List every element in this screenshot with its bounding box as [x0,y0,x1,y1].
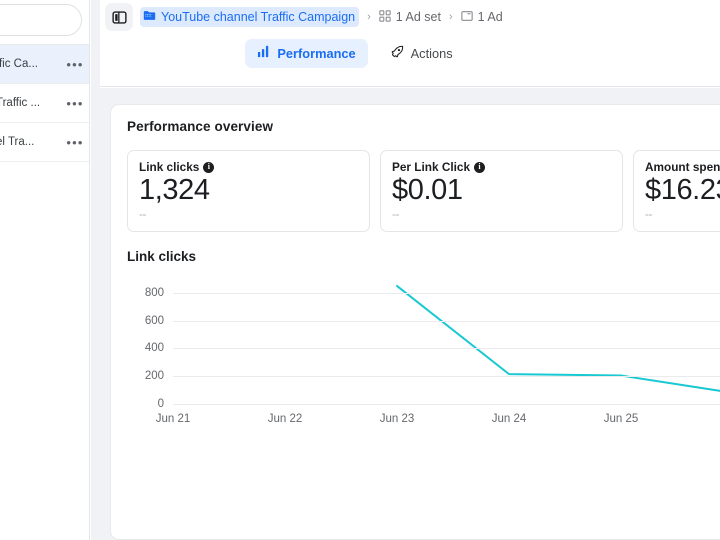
chart-x-tick: Jun 23 [380,413,415,425]
row-menu-icon[interactable]: ••• [64,136,90,149]
metric-label: Amount spent i [645,160,720,174]
chart-x-tick: Jun 22 [268,413,303,425]
chart-y-tick: 800 [145,287,173,299]
list-item-label: Traffic ... [0,97,64,109]
metric-value: $0.01 [392,175,611,206]
metric-value: $16.23 [645,175,720,206]
list-item[interactable]: ffic Ca... ••• [0,45,90,84]
breadcrumb: YouTube channel Traffic Campaign › [100,0,720,34]
metric-subtext: -- [645,207,720,221]
chevron-right-icon: › [366,11,372,23]
chevron-right-icon: › [448,11,454,23]
metric-label: Per Link Click i [392,160,611,174]
page-title: Performance overview [127,119,720,134]
campaign-list: ffic Ca... ••• Traffic ... ••• el Tra...… [0,45,90,162]
row-menu-icon[interactable]: ••• [64,97,90,110]
chart-title: Link clicks [127,249,720,264]
list-item[interactable]: Traffic ... ••• [0,84,90,123]
sidebar-search-wrapper [0,4,82,36]
metric-cards: Link clicks i 1,324 -- Per Link Click i … [127,150,720,232]
chart-gridline [173,293,720,294]
chart-gridline [173,376,720,377]
tab-performance-label: Performance [277,46,355,61]
tab-actions-label: Actions [411,46,453,61]
top-bar: YouTube channel Traffic Campaign › [100,0,720,87]
info-icon[interactable]: i [474,162,485,173]
folder-icon [143,9,156,25]
layout-gutter [91,0,100,540]
grid-icon [379,10,391,25]
breadcrumb-ad[interactable]: 1 Ad [461,10,503,25]
breadcrumb-ad-label: 1 Ad [478,10,503,24]
chart-gridline [173,404,720,405]
chart-x-tick: Jun 21 [156,413,191,425]
tab-actions[interactable]: Actions [378,39,465,68]
main-panel: YouTube channel Traffic Campaign › [100,0,720,540]
metric-label: Link clicks i [139,160,358,174]
metric-label-text: Per Link Click [392,160,470,174]
list-item-label: el Tra... [0,136,64,148]
list-item-label: ffic Ca... [0,58,64,70]
search-input[interactable] [0,4,82,36]
chart-y-tick: 0 [158,398,173,410]
info-icon[interactable]: i [203,162,214,173]
breadcrumb-campaign[interactable]: YouTube channel Traffic Campaign [140,7,359,27]
breadcrumb-adset-label: 1 Ad set [396,10,441,24]
chart-x-tick: Jun 24 [492,413,527,425]
chart-x-tick: Jun 25 [604,413,639,425]
list-item[interactable]: el Tra... ••• [0,123,90,162]
metric-card-link-clicks[interactable]: Link clicks i 1,324 -- [127,150,370,232]
metric-card-amount-spent[interactable]: Amount spent i $16.23 -- [633,150,720,232]
performance-overview-card: Performance overview Activity types: A L… [110,104,720,540]
link-clicks-chart: 0 200 400 600 800 Jun 21 Jun 22 Jun 23 Jun 24 Jun… [127,274,720,434]
chart-gridline [173,348,720,349]
metric-value: 1,324 [139,175,358,206]
rocket-icon [390,45,404,62]
metric-label-text: Link clicks [139,160,199,174]
window-icon [461,10,473,25]
metric-subtext: -- [139,207,358,221]
breadcrumb-campaign-label: YouTube channel Traffic Campaign [161,10,355,24]
metric-subtext: -- [392,207,611,221]
row-menu-icon[interactable]: ••• [64,58,90,71]
chart-y-tick: 400 [145,342,173,354]
content-area: Performance overview Activity types: A L… [100,88,720,540]
metric-label-text: Amount spent [645,160,720,174]
sidebar-panel-icon[interactable] [105,3,133,31]
chart-y-tick: 600 [145,315,173,327]
chart-y-tick: 200 [145,370,173,382]
chart-line-svg [173,279,720,404]
metric-card-per-link-click[interactable]: Per Link Click i $0.01 -- [380,150,623,232]
left-sidebar: ffic Ca... ••• Traffic ... ••• el Tra...… [0,0,90,540]
chart-gridline [173,321,720,322]
tab-performance[interactable]: Performance [245,39,367,68]
view-tabs: Performance Actions [100,36,720,70]
chart-plot-area: 0200400600800Jun 21Jun 22Jun 23Jun 24Jun… [173,279,720,404]
bar-chart-icon [257,45,270,61]
breadcrumb-adset[interactable]: 1 Ad set [379,10,441,25]
ads-manager-screen: ffic Ca... ••• Traffic ... ••• el Tra...… [0,0,720,540]
